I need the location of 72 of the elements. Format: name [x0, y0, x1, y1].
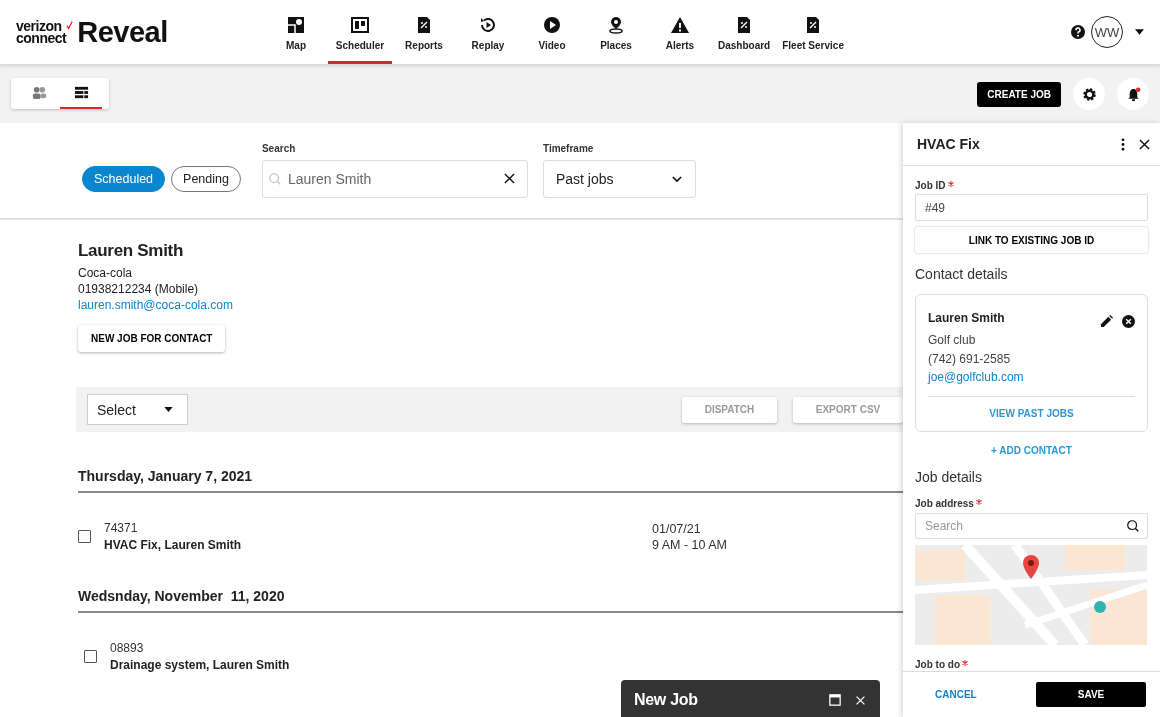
- status-filter[interactable]: Scheduled: [82, 166, 166, 192]
- job-title: HVAC Fix, Lauren Smith: [104, 538, 243, 552]
- job-id-field[interactable]: #49: [915, 194, 1148, 221]
- nav-tab[interactable]: Dashboard: [712, 0, 777, 64]
- settings-icon: [1081, 86, 1097, 102]
- address-input[interactable]: Search: [915, 513, 1148, 539]
- chevron-icon: [671, 175, 682, 183]
- field-label: Search: [261, 143, 297, 154]
- field-label: Job to do: [915, 659, 960, 670]
- search-icon: [1126, 519, 1140, 533]
- job-checkbox[interactable]: [84, 650, 97, 663]
- save-button[interactable]: SAVE: [1036, 682, 1146, 707]
- section-heading: Job details: [915, 469, 983, 485]
- caret-icon[interactable]: [1135, 29, 1144, 35]
- nav-tab[interactable]: Video: [520, 0, 584, 64]
- edit-icon[interactable]: [1100, 315, 1113, 328]
- caret-icon: [164, 407, 173, 412]
- field-label: Job address: [915, 498, 974, 509]
- help-icon[interactable]: [1071, 25, 1085, 39]
- contact-phone: (742) 691-2585: [928, 352, 1011, 366]
- nav-tab[interactable]: Replay: [456, 0, 520, 64]
- popup-title: New Job: [634, 691, 698, 709]
- job-title: Drainage system, Lauren Smith: [110, 658, 291, 672]
- more-icon[interactable]: [1121, 137, 1125, 151]
- job-date: 01/07/21: [652, 521, 702, 536]
- job-time: 9 AM - 10 AM: [652, 537, 728, 552]
- date-heading: Thursday, January 7, 2021: [78, 468, 903, 493]
- contact-phone: 01938212234 (Mobile): [78, 281, 199, 297]
- map-icon: [286, 14, 306, 35]
- cancel-button[interactable]: CANCEL: [935, 689, 977, 700]
- name-filter-input[interactable]: Lauren Smith: [261, 160, 528, 198]
- contact-name: Lauren Smith: [78, 241, 184, 261]
- select-dropdown[interactable]: Select: [87, 394, 188, 425]
- pin-icon: [606, 14, 626, 35]
- contact-company: Golf club: [928, 333, 976, 347]
- product-name: Reveal: [77, 15, 168, 49]
- remove-icon[interactable]: [1122, 315, 1135, 328]
- check-icon: [66, 20, 74, 30]
- status-filter[interactable]: Pending: [171, 166, 241, 192]
- job-id: 08893: [110, 641, 145, 655]
- nav-tab[interactable]: Fleet Service: [776, 0, 850, 64]
- search-icon: [267, 172, 282, 186]
- people-icon: [31, 85, 47, 100]
- play-icon: [542, 14, 562, 35]
- job-id: 74371: [104, 521, 139, 535]
- field-label: Job ID: [915, 180, 946, 191]
- contact-company: Coca-cola: [78, 265, 133, 281]
- job-checkbox[interactable]: [78, 530, 91, 543]
- field-label: Timeframe: [542, 143, 595, 154]
- section-heading: Contact details: [915, 266, 1009, 282]
- brand-text: verizon: [16, 20, 62, 32]
- close-icon[interactable]: [1139, 138, 1150, 150]
- list-icon: [73, 85, 89, 100]
- contact-email-link[interactable]: joe@golfclub.com: [928, 370, 1024, 384]
- brand-text: connect: [16, 32, 67, 44]
- board-icon: [350, 14, 370, 35]
- settings-button[interactable]: [1073, 78, 1105, 110]
- maximize-icon[interactable]: [829, 694, 841, 706]
- timeframe-dropdown[interactable]: Past jobs: [542, 160, 696, 198]
- nav-tab[interactable]: Reports: [392, 0, 456, 64]
- notifications-button[interactable]: [1117, 78, 1149, 110]
- contact-name: Lauren Smith: [928, 310, 1005, 325]
- panel-title: HVAC Fix: [917, 136, 980, 152]
- nav-tab[interactable]: Map: [264, 0, 328, 64]
- clear-icon[interactable]: [503, 173, 515, 184]
- link-job-button[interactable]: LINK TO EXISTING JOB ID: [915, 227, 1148, 253]
- create-job-button[interactable]: CREATE JOB: [977, 81, 1061, 107]
- nav-tab[interactable]: Alerts: [648, 0, 712, 64]
- contact-email-link[interactable]: lauren.smith@coca-cola.com: [78, 297, 233, 313]
- date-heading: Wedsnday, November 11, 2020: [78, 588, 903, 613]
- nav-tab[interactable]: Places: [584, 0, 648, 64]
- new-job-for-contact-button[interactable]: NEW JOB FOR CONTACT: [78, 325, 226, 352]
